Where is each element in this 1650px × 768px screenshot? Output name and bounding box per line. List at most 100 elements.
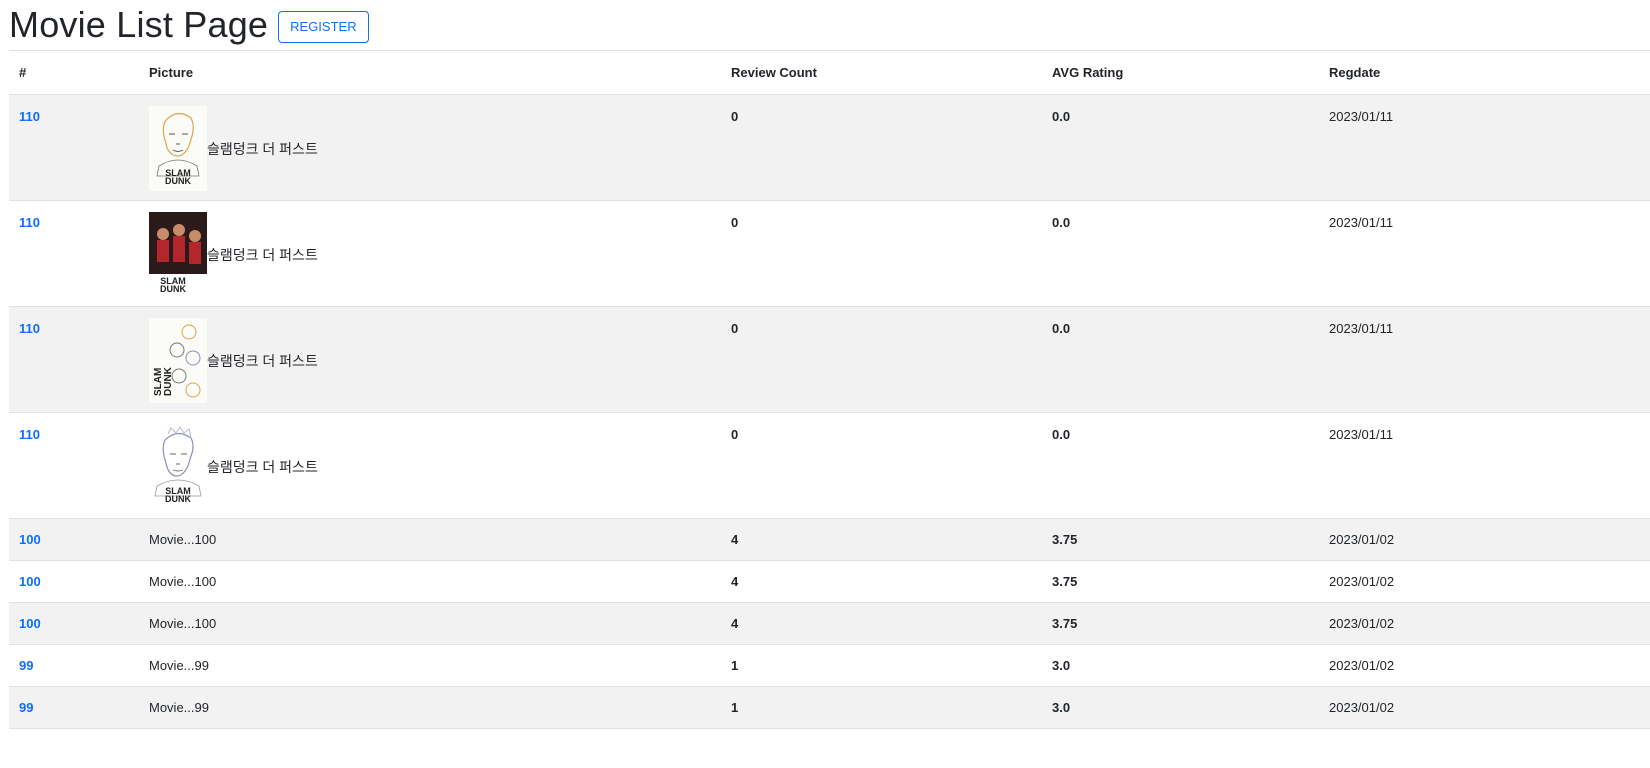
poster-thumbnail[interactable]: SLAM DUNK <box>149 318 207 403</box>
table-row[interactable]: 110 SLAM DUNK 슬램덩크 더 퍼스트 0 0.0 2023/01/1… <box>9 412 1650 519</box>
cell-mno: 99 <box>9 644 139 687</box>
movie-list-page: Movie List Page REGISTER # Picture Revie… <box>9 0 1650 729</box>
regdate: 2023/01/11 <box>1329 215 1394 230</box>
cell-picture: SLAM DUNK 슬램덩크 더 퍼스트 <box>139 412 721 519</box>
movie-number-link[interactable]: 100 <box>19 532 41 547</box>
review-count: 4 <box>731 532 739 547</box>
avg-rating: 3.75 <box>1052 574 1078 589</box>
cell-picture: Movie...100 <box>139 560 721 603</box>
movie-title: Movie...100 <box>149 532 217 547</box>
avg-rating: 0.0 <box>1052 109 1071 124</box>
regdate: 2023/01/02 <box>1329 574 1395 589</box>
table-row[interactable]: 110 SLAM DUNK 슬램덩크 더 퍼스트 0 0.0 2023/01/1… <box>9 200 1650 307</box>
movie-title: Movie...100 <box>149 574 217 589</box>
review-count: 4 <box>731 616 739 631</box>
table-row[interactable]: 99 Movie...99 1 3.0 2023/01/02 <box>9 686 1650 729</box>
cell-mno: 110 <box>9 412 139 519</box>
cell-mno: 100 <box>9 602 139 645</box>
movie-title: Movie...99 <box>149 700 209 715</box>
table-row[interactable]: 100 Movie...100 4 3.75 2023/01/02 <box>9 602 1650 645</box>
cell-review-count: 4 <box>721 518 1042 561</box>
cell-review-count: 0 <box>721 412 1042 519</box>
avg-rating: 0.0 <box>1052 215 1071 230</box>
page-header: Movie List Page REGISTER <box>9 0 1650 51</box>
regdate: 2023/01/02 <box>1329 616 1395 631</box>
cell-mno: 100 <box>9 560 139 603</box>
cell-regdate: 2023/01/11 <box>1319 200 1650 307</box>
avg-rating: 3.0 <box>1052 700 1071 715</box>
cell-review-count: 0 <box>721 94 1042 201</box>
poster-thumbnail[interactable]: SLAM DUNK <box>149 212 207 297</box>
table-row[interactable]: 110 SLAM DUNK 슬램덩크 더 퍼스트 0 0.0 2023/01/1… <box>9 94 1650 201</box>
column-header-regdate: Regdate <box>1319 51 1650 95</box>
cell-picture: Movie...99 <box>139 644 721 687</box>
cell-mno: 110 <box>9 94 139 201</box>
regdate: 2023/01/02 <box>1329 658 1395 673</box>
movie-number-link[interactable]: 99 <box>19 700 33 715</box>
cell-regdate: 2023/01/02 <box>1319 602 1650 645</box>
poster-dunk-text: DUNK <box>165 176 191 186</box>
avg-rating: 3.75 <box>1052 616 1078 631</box>
avg-rating: 0.0 <box>1052 427 1071 442</box>
cell-review-count: 0 <box>721 306 1042 413</box>
cell-regdate: 2023/01/02 <box>1319 560 1650 603</box>
regdate: 2023/01/02 <box>1329 532 1395 547</box>
cell-picture: Movie...99 <box>139 686 721 729</box>
regdate: 2023/01/02 <box>1329 700 1395 715</box>
movie-title: 슬램덩크 더 퍼스트 <box>207 140 318 157</box>
movie-title: Movie...100 <box>149 616 217 631</box>
avg-rating: 3.75 <box>1052 532 1078 547</box>
table-row[interactable]: 99 Movie...99 1 3.0 2023/01/02 <box>9 644 1650 687</box>
cell-avg-rating: 3.0 <box>1042 644 1319 687</box>
cell-regdate: 2023/01/02 <box>1319 518 1650 561</box>
movie-number-link[interactable]: 110 <box>19 321 40 336</box>
poster-thumbnail[interactable]: SLAM DUNK <box>149 106 207 191</box>
poster-dunk-text: DUNK <box>165 494 191 504</box>
movie-number-link[interactable]: 110 <box>19 427 40 442</box>
cell-avg-rating: 3.75 <box>1042 518 1319 561</box>
movie-number-link[interactable]: 110 <box>19 109 40 124</box>
poster-thumbnail[interactable]: SLAM DUNK <box>149 424 207 509</box>
table-row[interactable]: 100 Movie...100 4 3.75 2023/01/02 <box>9 518 1650 561</box>
review-count: 0 <box>731 427 739 442</box>
regdate: 2023/01/11 <box>1329 321 1394 336</box>
movie-number-link[interactable]: 100 <box>19 616 41 631</box>
table-row[interactable]: 100 Movie...100 4 3.75 2023/01/02 <box>9 560 1650 603</box>
cell-picture: SLAM DUNK 슬램덩크 더 퍼스트 <box>139 306 721 413</box>
cell-mno: 100 <box>9 518 139 561</box>
review-count: 1 <box>731 700 739 715</box>
cell-mno: 110 <box>9 306 139 413</box>
cell-avg-rating: 0.0 <box>1042 412 1319 519</box>
movie-title: 슬램덩크 더 퍼스트 <box>207 246 318 263</box>
movie-title: Movie...99 <box>149 658 209 673</box>
movie-title: 슬램덩크 더 퍼스트 <box>207 352 318 369</box>
cell-avg-rating: 0.0 <box>1042 200 1319 307</box>
column-header-review-count: Review Count <box>721 51 1042 95</box>
cell-regdate: 2023/01/11 <box>1319 306 1650 413</box>
cell-regdate: 2023/01/02 <box>1319 686 1650 729</box>
cell-mno: 99 <box>9 686 139 729</box>
review-count: 0 <box>731 215 739 230</box>
cell-review-count: 4 <box>721 560 1042 603</box>
cell-mno: 110 <box>9 200 139 307</box>
column-header-picture: Picture <box>139 51 721 95</box>
table-header-row: # Picture Review Count AVG Rating Regdat… <box>9 51 1650 95</box>
movie-number-link[interactable]: 110 <box>19 215 40 230</box>
register-button[interactable]: REGISTER <box>278 10 369 43</box>
review-count: 4 <box>731 574 739 589</box>
movie-table: # Picture Review Count AVG Rating Regdat… <box>9 51 1650 729</box>
cell-picture: SLAM DUNK 슬램덩크 더 퍼스트 <box>139 94 721 201</box>
avg-rating: 3.0 <box>1052 658 1071 673</box>
cell-avg-rating: 0.0 <box>1042 94 1319 201</box>
table-row[interactable]: 110 SLAM DUNK 슬램덩크 더 퍼스트 0 0.0 2023/01/1… <box>9 306 1650 413</box>
movie-number-link[interactable]: 99 <box>19 658 33 673</box>
cell-review-count: 0 <box>721 200 1042 307</box>
movie-number-link[interactable]: 100 <box>19 574 41 589</box>
cell-avg-rating: 3.0 <box>1042 686 1319 729</box>
review-count: 0 <box>731 109 739 124</box>
cell-avg-rating: 3.75 <box>1042 602 1319 645</box>
cell-avg-rating: 0.0 <box>1042 306 1319 413</box>
cell-avg-rating: 3.75 <box>1042 560 1319 603</box>
cell-review-count: 1 <box>721 644 1042 687</box>
cell-picture: Movie...100 <box>139 518 721 561</box>
